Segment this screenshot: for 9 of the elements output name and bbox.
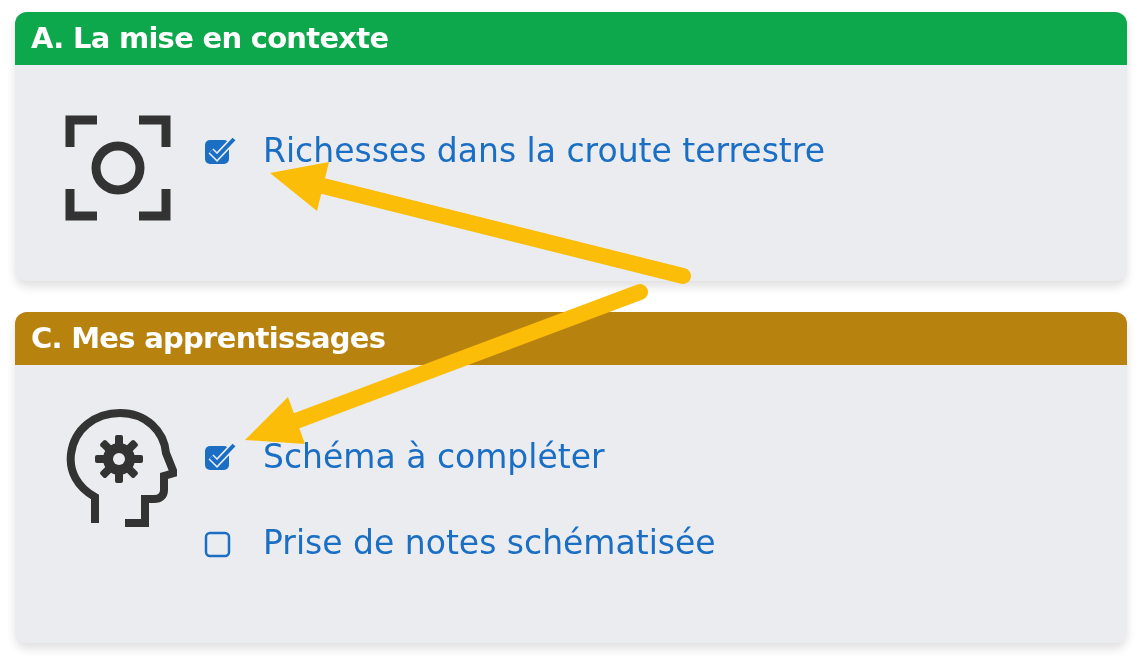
head-gear-icon xyxy=(65,409,177,527)
checkbox[interactable] xyxy=(203,136,237,166)
section-title: C. Mes apprentissages xyxy=(31,319,386,357)
section-title: A. La mise en contexte xyxy=(31,19,389,57)
checklist-link[interactable]: Schéma à compléter xyxy=(263,437,605,477)
checklist-link[interactable]: Richesses dans la croute terrestre xyxy=(263,131,825,171)
checklist-link[interactable]: Prise de notes schématisée xyxy=(263,523,716,563)
checkbox[interactable] xyxy=(203,442,237,472)
focus-icon xyxy=(65,115,171,221)
